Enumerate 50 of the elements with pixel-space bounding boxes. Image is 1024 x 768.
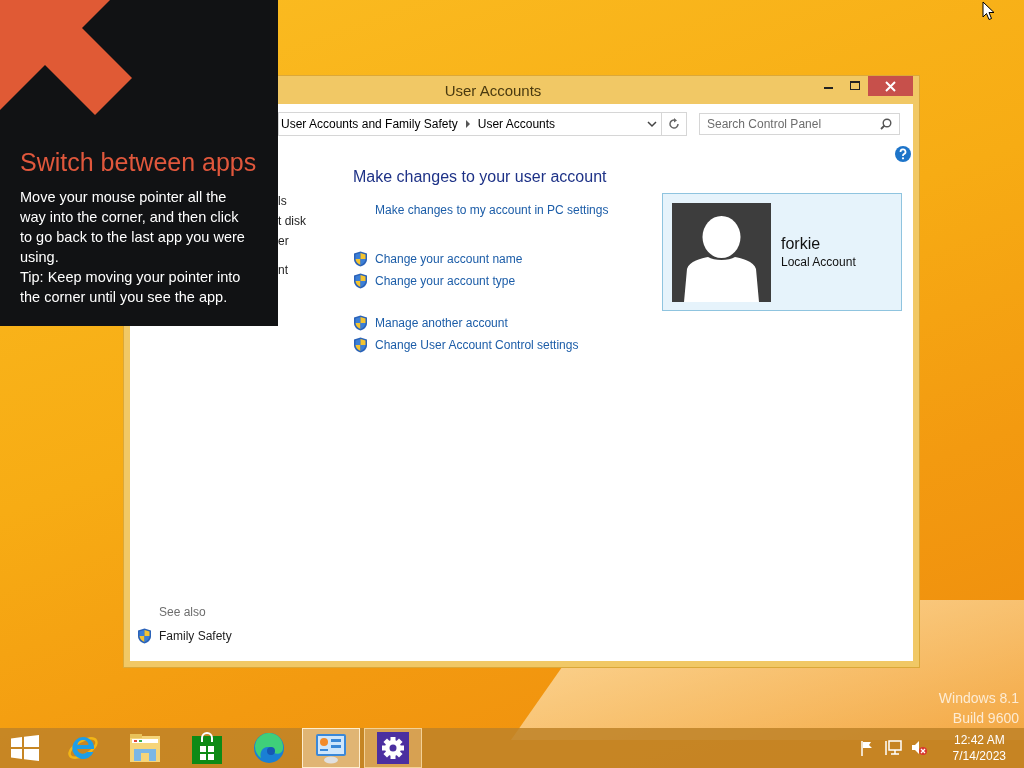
watermark-text: Build 9600 bbox=[952, 710, 1019, 726]
close-button[interactable] bbox=[868, 76, 913, 96]
account-type: Local Account bbox=[781, 255, 856, 269]
side-nav-link[interactable]: ls bbox=[278, 194, 353, 208]
breadcrumb-item[interactable]: User Accounts bbox=[477, 117, 556, 131]
address-bar[interactable]: User Accounts and Family Safety User Accounts bbox=[278, 112, 661, 136]
task-link[interactable]: Make changes to my account in PC settings bbox=[375, 203, 609, 217]
shield-icon bbox=[353, 337, 368, 353]
tip-text: Move your mouse pointer all the way into the corner, and then click to go back to the last app you were using. bbox=[20, 188, 246, 267]
side-nav-link[interactable]: er bbox=[278, 234, 353, 248]
close-icon bbox=[885, 80, 896, 92]
task-link[interactable]: Change your account type bbox=[375, 274, 516, 288]
taskbar-app-button[interactable] bbox=[364, 728, 422, 768]
task-link[interactable]: Change User Account Control settings bbox=[375, 338, 579, 352]
user-silhouette-icon bbox=[672, 202, 771, 302]
windows-logo-icon[interactable] bbox=[11, 735, 39, 761]
dropdown-chevron-icon[interactable] bbox=[647, 120, 657, 128]
page-heading: Make changes to your user account bbox=[353, 168, 608, 186]
shield-icon bbox=[353, 251, 368, 267]
tip-title: Switch between apps bbox=[20, 148, 258, 177]
mouse-pointer-icon bbox=[982, 1, 995, 21]
network-icon[interactable] bbox=[883, 740, 902, 756]
gear-icon[interactable] bbox=[377, 732, 409, 764]
shield-icon bbox=[353, 315, 368, 331]
tip-hint: Tip: Keep moving your pointer into the corner until you see the app. bbox=[20, 268, 242, 307]
side-nav-link[interactable]: nt bbox=[278, 263, 353, 277]
refresh-button[interactable] bbox=[661, 112, 687, 136]
watermark-text: Windows 8.1 bbox=[938, 690, 1019, 706]
folder-icon[interactable] bbox=[129, 733, 161, 763]
task-link[interactable]: Change your account name bbox=[375, 252, 523, 266]
window-title: User Accounts bbox=[443, 81, 543, 99]
control-panel-icon[interactable] bbox=[315, 732, 347, 764]
task-link[interactable]: Manage another account bbox=[375, 316, 508, 330]
search-icon[interactable] bbox=[880, 118, 892, 130]
shield-icon bbox=[353, 273, 368, 289]
breadcrumb-item[interactable]: User Accounts and Family Safety bbox=[281, 117, 458, 131]
side-nav-link[interactable]: t disk bbox=[278, 214, 353, 228]
wave-browser-icon[interactable] bbox=[253, 732, 285, 764]
account-name: forkie bbox=[781, 235, 822, 253]
see-also-label: See also bbox=[158, 605, 207, 619]
refresh-icon bbox=[668, 118, 680, 130]
see-also-link[interactable]: Family Safety bbox=[159, 629, 232, 643]
help-icon[interactable] bbox=[895, 146, 911, 162]
shopping-bag-icon[interactable] bbox=[192, 732, 222, 764]
muted-speaker-icon[interactable] bbox=[910, 740, 927, 756]
flag-icon[interactable] bbox=[858, 740, 875, 756]
breadcrumb-arrow-icon bbox=[465, 120, 470, 128]
search-field[interactable]: Search Control Panel bbox=[699, 113, 900, 135]
shield-icon bbox=[137, 628, 152, 644]
maximize-icon bbox=[849, 81, 861, 91]
